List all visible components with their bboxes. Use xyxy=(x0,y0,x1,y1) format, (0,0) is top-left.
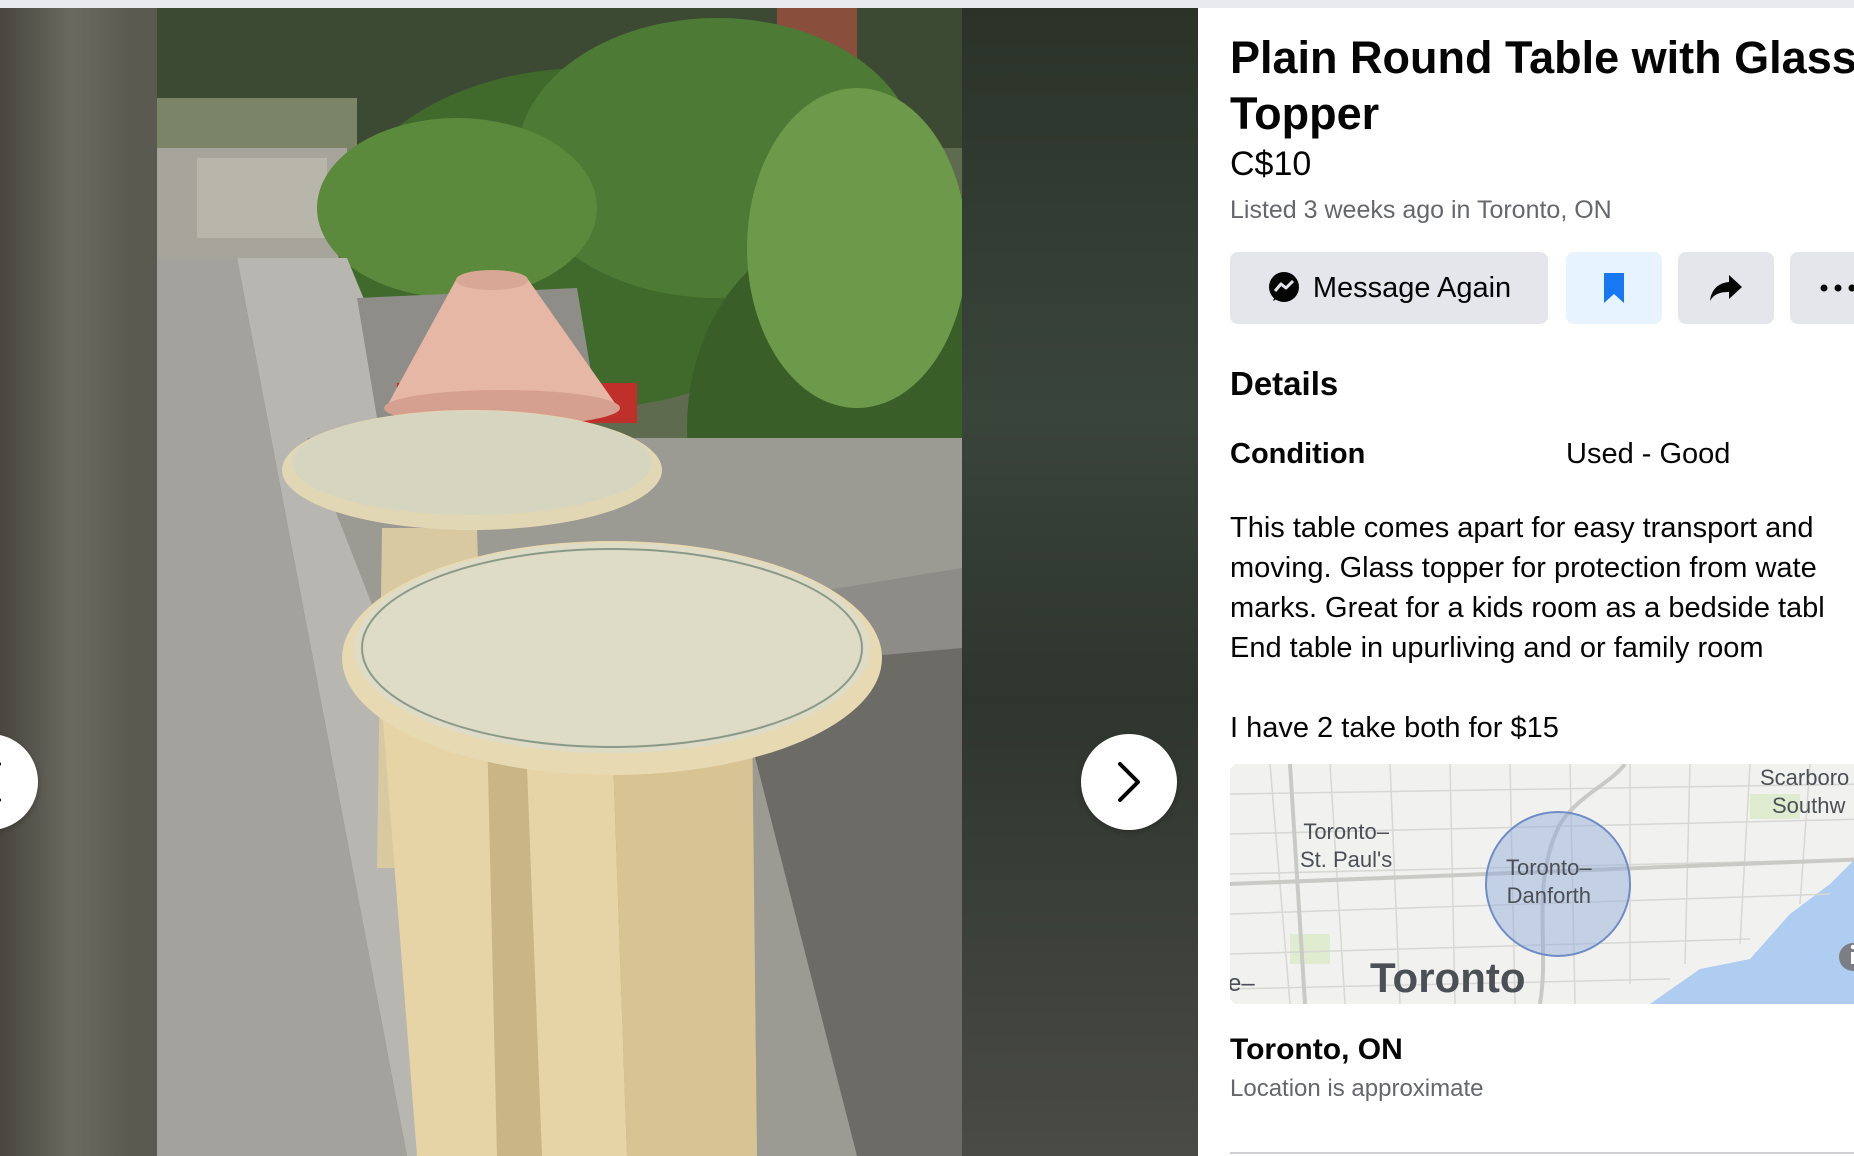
map-label-line: Toronto– xyxy=(1506,855,1592,880)
bookmark-icon xyxy=(1604,273,1624,303)
description-line xyxy=(1230,668,1854,708)
condition-value: Used - Good xyxy=(1566,438,1731,470)
messenger-icon xyxy=(1268,272,1299,302)
image-viewer xyxy=(0,8,1198,1156)
chevron-left-icon xyxy=(0,762,1,802)
map-label-scarborough: Scarboro Southw xyxy=(1760,764,1849,820)
listing-details-panel: Plain Round Table with Glass Topper C$10… xyxy=(1198,8,1854,1156)
blurred-backdrop xyxy=(962,8,1198,1156)
listed-info: Listed 3 weeks ago in Toronto, ON xyxy=(1230,196,1612,225)
condition-label: Condition xyxy=(1230,438,1366,470)
map-label-danforth: Toronto– Danforth xyxy=(1506,854,1592,910)
map-label-line: Danforth xyxy=(1506,883,1591,908)
listing-title-line-2: Topper xyxy=(1230,88,1380,139)
location-title: Toronto, ON xyxy=(1230,1033,1403,1066)
map-label-line: Scarboro xyxy=(1760,765,1850,790)
details-heading: Details xyxy=(1230,365,1339,402)
listing-price: C$10 xyxy=(1230,145,1312,183)
description-line: End table in upurliving and or family ro… xyxy=(1230,632,1764,664)
previous-image-button[interactable] xyxy=(0,734,38,830)
description-line: This table comes apart for easy transpor… xyxy=(1230,512,1814,544)
description-line: moving. Glass topper for protection from… xyxy=(1230,552,1817,584)
chevron-right-icon xyxy=(1118,762,1140,802)
location-subtitle: Location is approximate xyxy=(1230,1075,1484,1102)
listed-location-link[interactable]: Toronto, ON xyxy=(1477,196,1612,224)
map-edge-label: e– xyxy=(1230,970,1255,997)
more-options-button[interactable] xyxy=(1790,252,1854,324)
map-info-icon[interactable] xyxy=(1839,943,1854,971)
listing-title-line-1: Plain Round Table with Glass xyxy=(1230,32,1854,83)
description-line: marks. Great for a kids room as a bedsid… xyxy=(1230,592,1825,624)
listing-photo xyxy=(157,8,962,1156)
map-label-line: Toronto– xyxy=(1303,819,1389,844)
listing-title: Plain Round Table with Glass Topper xyxy=(1230,30,1854,142)
message-again-label: Message Again xyxy=(1312,271,1512,304)
message-again-button[interactable]: Message Again xyxy=(1230,252,1548,324)
divider xyxy=(1230,1152,1854,1154)
location-map[interactable]: Toronto– St. Paul's Toronto– Danforth Sc… xyxy=(1230,764,1854,1004)
next-image-button[interactable] xyxy=(1081,734,1177,830)
save-button[interactable] xyxy=(1566,252,1662,324)
map-label-line: St. Paul's xyxy=(1300,847,1393,872)
share-icon xyxy=(1710,275,1742,301)
map-city-label: Toronto xyxy=(1370,954,1526,1001)
description-line: I have 2 take both for $15 xyxy=(1230,712,1559,744)
share-button[interactable] xyxy=(1678,252,1774,324)
listing-description: This table comes apart for easy transpor… xyxy=(1230,508,1854,748)
more-icon xyxy=(1820,284,1854,292)
map-label-st-pauls: Toronto– St. Paul's xyxy=(1300,818,1392,874)
map-label-line: Southw xyxy=(1772,793,1846,818)
listed-time: Listed 3 weeks ago in xyxy=(1230,196,1477,224)
top-bar xyxy=(0,0,1854,8)
